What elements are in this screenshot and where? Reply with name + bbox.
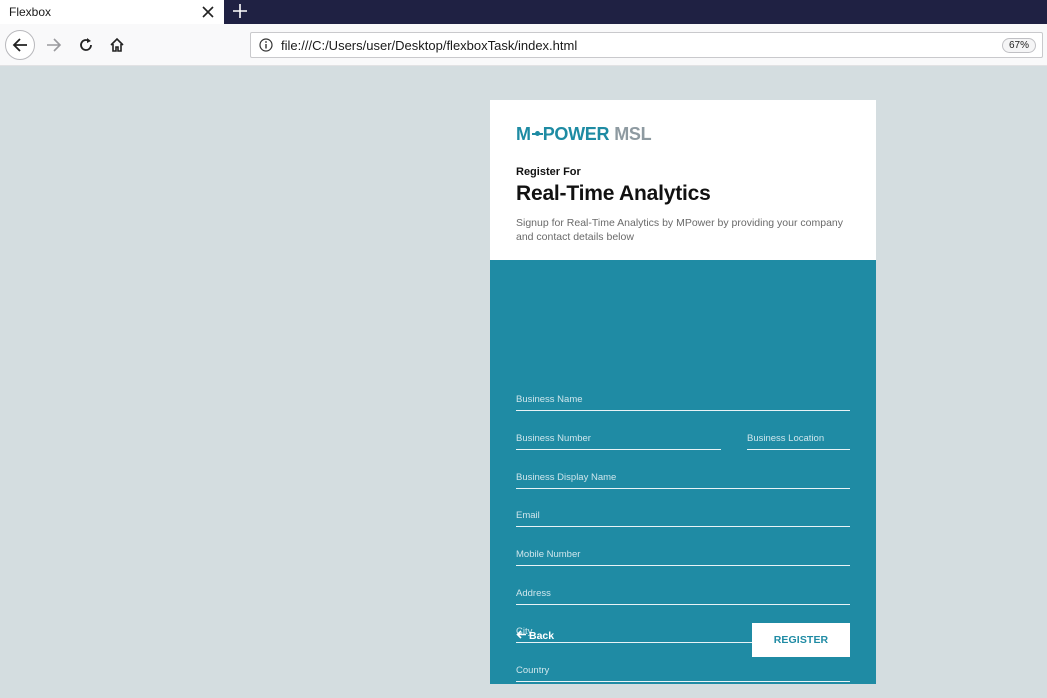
navigation-toolbar: file:///C:/Users/user/Desktop/flexboxTas…	[0, 24, 1047, 66]
mobile-number-input[interactable]	[516, 544, 850, 565]
info-icon[interactable]	[251, 38, 281, 52]
business-number-input[interactable]	[516, 428, 721, 449]
mpower-logo: M POWER MSL	[516, 123, 652, 144]
country-input[interactable]	[516, 660, 850, 681]
email-input[interactable]	[516, 505, 850, 526]
url-text[interactable]: file:///C:/Users/user/Desktop/flexboxTas…	[281, 38, 1002, 53]
business-location-field	[747, 428, 850, 450]
logo-m: M	[516, 123, 531, 144]
zoom-indicator[interactable]: 67%	[1001, 37, 1036, 53]
close-icon[interactable]	[196, 0, 220, 24]
logo-msl: MSL	[614, 123, 652, 144]
business-name-input[interactable]	[516, 389, 850, 410]
registration-form	[490, 260, 876, 684]
business-display-name-field	[516, 467, 850, 489]
plus-icon[interactable]	[228, 0, 252, 22]
business-display-name-input[interactable]	[516, 467, 850, 488]
register-button[interactable]: REGISTER	[752, 623, 850, 657]
email-field	[516, 505, 850, 527]
reload-icon[interactable]	[72, 31, 100, 59]
page-subtitle: Signup for Real-Time Analytics by MPower…	[516, 217, 844, 243]
back-link[interactable]: Back	[516, 630, 554, 642]
country-field	[516, 660, 850, 682]
back-label: Back	[529, 630, 555, 642]
page-title: Real-Time Analytics	[516, 182, 711, 205]
address-input[interactable]	[516, 583, 850, 604]
address-bar[interactable]: file:///C:/Users/user/Desktop/flexboxTas…	[250, 32, 1043, 58]
address-field	[516, 583, 850, 605]
back-arrow-icon[interactable]	[5, 30, 35, 60]
logo-dot-icon	[531, 131, 543, 136]
card-header: M POWER MSL Register For Real-Time Analy…	[490, 100, 876, 260]
registration-card: M POWER MSL Register For Real-Time Analy…	[490, 100, 876, 684]
business-name-field	[516, 389, 850, 411]
forward-arrow-icon[interactable]	[40, 31, 68, 59]
business-number-field	[516, 428, 721, 450]
register-for-label: Register For	[516, 166, 581, 178]
business-location-input[interactable]	[747, 428, 850, 449]
tab-title: Flexbox	[9, 5, 52, 19]
mobile-number-field	[516, 544, 850, 566]
home-icon[interactable]	[103, 31, 131, 59]
tab-strip: Flexbox	[0, 0, 1047, 24]
browser-tab[interactable]: Flexbox	[0, 0, 224, 24]
left-arrow-icon	[516, 630, 526, 642]
logo-power: POWER	[542, 123, 610, 144]
